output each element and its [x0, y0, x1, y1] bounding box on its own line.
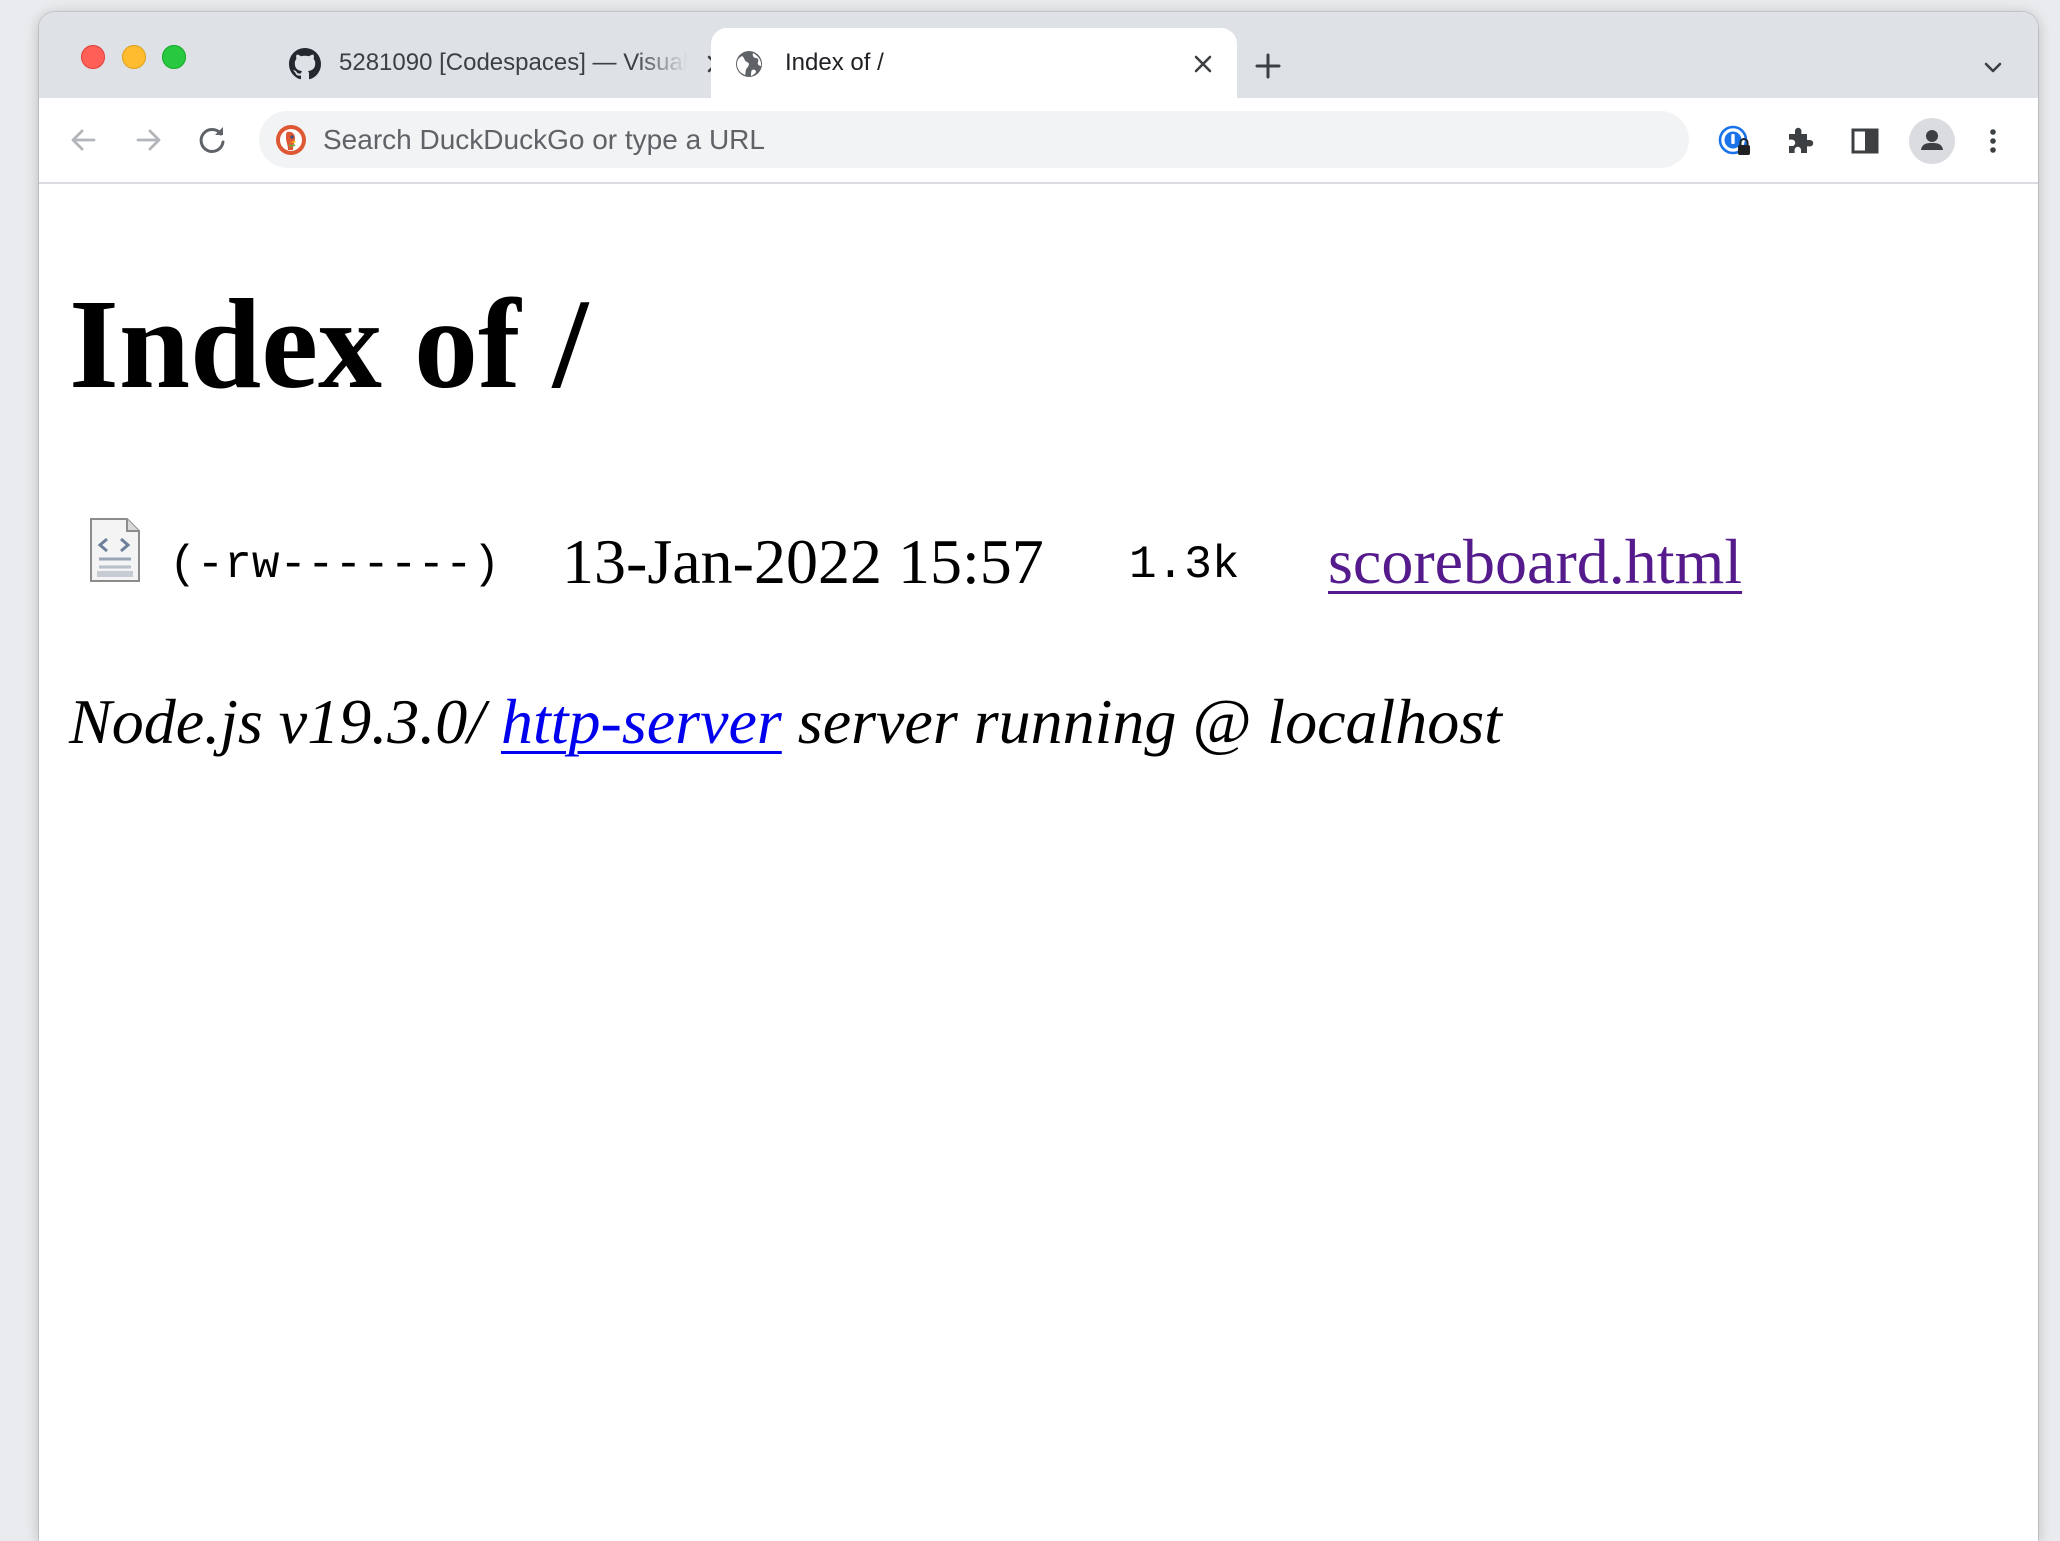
address-placeholder: Search DuckDuckGo or type a URL	[323, 124, 765, 155]
side-panel-icon[interactable]	[1846, 122, 1884, 160]
browser-window: 5281090 [Codespaces] — Visual Studio Cod…	[39, 12, 2038, 1541]
file-modified-date: 13-Jan-2022 15:57	[562, 526, 1044, 597]
file-link-scoreboard[interactable]: scoreboard.html	[1328, 525, 1742, 599]
tab-title: Index of /	[785, 49, 884, 76]
page-title: Index of /	[69, 273, 589, 415]
github-icon	[289, 48, 321, 80]
close-tab-icon[interactable]	[1188, 49, 1218, 79]
html-file-icon	[90, 518, 140, 582]
back-icon[interactable]	[64, 120, 104, 160]
globe-icon	[736, 51, 762, 77]
zoom-window-button[interactable]	[162, 45, 186, 69]
address-bar[interactable]: Search DuckDuckGo or type a URL	[259, 111, 1689, 168]
tab-strip: 5281090 [Codespaces] — Visual Studio Cod…	[39, 12, 2038, 98]
toolbar: Search DuckDuckGo or type a URL	[39, 98, 2038, 184]
file-size: 1.3k	[1129, 539, 1240, 591]
tab-title: 5281090 [Codespaces] — Visual Studio Cod…	[339, 49, 687, 76]
duckduckgo-icon	[276, 125, 306, 155]
server-footer: Node.js v19.3.0/ http-server server runn…	[69, 685, 1502, 759]
chevron-down-icon[interactable]	[1979, 54, 2007, 82]
new-tab-icon[interactable]	[1250, 48, 1286, 84]
extensions-icon[interactable]	[1781, 122, 1819, 160]
reload-icon[interactable]	[192, 120, 232, 160]
password-manager-icon[interactable]	[1716, 122, 1754, 160]
minimize-window-button[interactable]	[122, 45, 146, 69]
tab-codespaces[interactable]: 5281090 [Codespaces] — Visual Studio Cod…	[245, 28, 741, 98]
tab-index[interactable]: Index of /	[711, 28, 1237, 98]
kebab-menu-icon[interactable]	[1974, 122, 2012, 160]
file-row: (-rw-------) 13-Jan-2022 15:57 1.3k scor…	[39, 517, 2038, 597]
close-window-button[interactable]	[81, 45, 105, 69]
footer-suffix: server running @ localhost	[781, 686, 1502, 757]
page-content: Index of / (-rw-------) 13-Jan-2022 15:5…	[39, 184, 2038, 1541]
footer-prefix: Node.js v19.3.0/	[69, 686, 501, 757]
file-permissions: (-rw-------)	[169, 539, 501, 591]
profile-icon[interactable]	[1908, 117, 1956, 165]
http-server-link[interactable]: http-server	[501, 686, 782, 757]
forward-icon[interactable]	[128, 120, 168, 160]
